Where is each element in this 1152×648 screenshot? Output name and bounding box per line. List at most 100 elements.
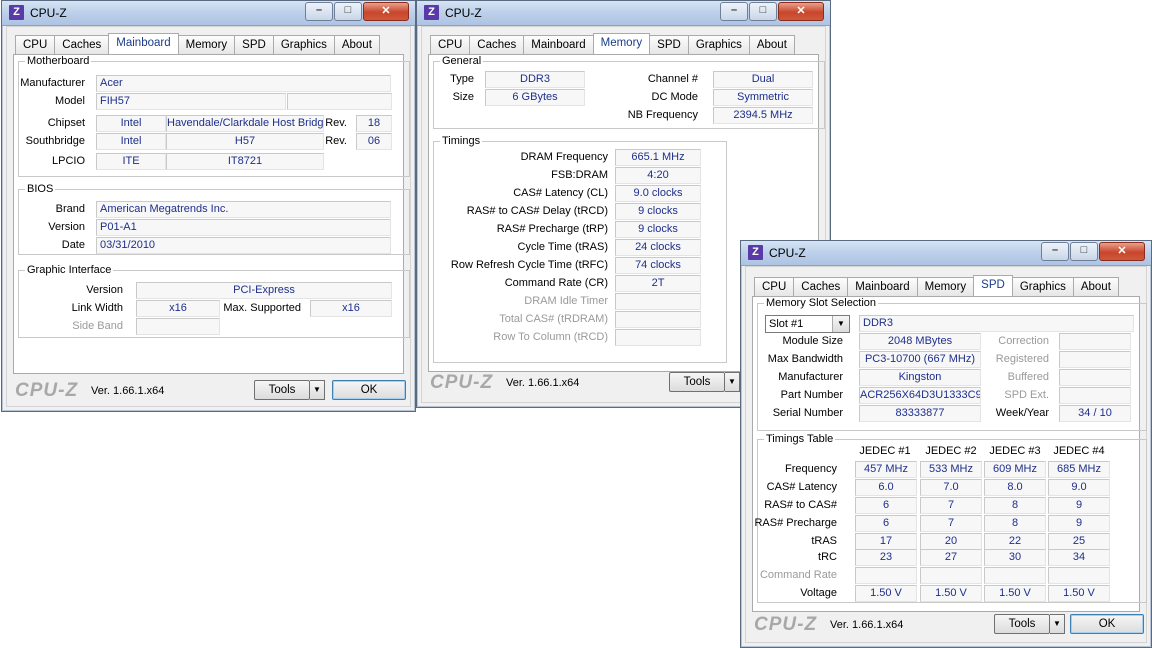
- cpuz-logo: CPU-Z: [430, 372, 494, 393]
- close-button[interactable]: ✕: [778, 2, 824, 21]
- tab-graphics[interactable]: Graphics: [272, 35, 335, 54]
- timing-cell: 457 MHz: [855, 461, 917, 478]
- timing-value: [615, 329, 701, 346]
- timing-cell: 25: [1048, 533, 1110, 550]
- tab-about[interactable]: About: [333, 35, 380, 54]
- timing-cell: 34: [1048, 549, 1110, 566]
- tab-cpu[interactable]: CPU: [754, 277, 795, 296]
- model-label: Model: [55, 95, 85, 107]
- maximize-icon: □: [344, 4, 352, 16]
- tools-button[interactable]: Tools: [994, 614, 1050, 634]
- tab-graphics[interactable]: Graphics: [687, 35, 750, 54]
- tab-spd[interactable]: SPD: [234, 35, 274, 54]
- close-button[interactable]: ✕: [1099, 242, 1145, 261]
- memory-type-value: DDR3: [859, 315, 1134, 332]
- tab-caches[interactable]: Caches: [469, 35, 525, 54]
- channel-value: Dual: [713, 71, 813, 88]
- maximize-button[interactable]: □: [334, 2, 362, 21]
- bios-brand-label: Brand: [55, 203, 85, 215]
- tab-mainboard[interactable]: Mainboard: [847, 277, 918, 296]
- slot-select-value: Slot #1: [769, 318, 804, 330]
- ok-button[interactable]: OK: [1070, 614, 1144, 634]
- cpuz-app-icon: Z: [9, 5, 24, 20]
- maximize-button[interactable]: □: [1070, 242, 1098, 261]
- tab-spd[interactable]: SPD: [649, 35, 689, 54]
- group-legend: Timings: [442, 135, 481, 147]
- close-button[interactable]: ✕: [363, 2, 409, 21]
- timing-cell: 7: [920, 515, 982, 532]
- window-title: CPU-Z: [769, 246, 806, 260]
- gi-version-value: PCI-Express: [136, 282, 392, 299]
- timing-cell: [1048, 567, 1110, 584]
- title-bar[interactable]: Z CPU-Z – □ ✕: [417, 1, 830, 26]
- tab-mainboard[interactable]: Mainboard: [523, 35, 594, 54]
- minimize-button[interactable]: –: [720, 2, 748, 21]
- tab-mainboard[interactable]: Mainboard: [108, 33, 179, 54]
- module-size-label: Module Size: [782, 335, 843, 347]
- tab-caches[interactable]: Caches: [54, 35, 110, 54]
- tools-dropdown-arrow[interactable]: ▼: [310, 380, 325, 400]
- tools-dropdown-arrow[interactable]: ▼: [1050, 614, 1065, 634]
- tab-cpu[interactable]: CPU: [15, 35, 56, 54]
- timing-cell: 20: [920, 533, 982, 550]
- tab-panel: Memory Slot Selection Slot #1 ▼ DDR3 Mod…: [752, 296, 1147, 612]
- timing-cell: 9: [1048, 515, 1110, 532]
- timing-cell: [920, 567, 982, 584]
- footer: CPU-Z Ver. 1.66.1.x64 Tools ▼ OK: [7, 376, 410, 406]
- gi-max-supported-label: Max. Supported: [223, 302, 301, 314]
- cpuz-window-mainboard: Z CPU-Z – □ ✕ CPU Caches Mainboard Memor…: [1, 0, 416, 412]
- tab-caches[interactable]: Caches: [793, 277, 849, 296]
- tab-graphics[interactable]: Graphics: [1011, 277, 1074, 296]
- minimize-button[interactable]: –: [1041, 242, 1069, 261]
- gi-version-label: Version: [86, 284, 123, 296]
- timing-value: 9 clocks: [615, 221, 701, 238]
- serial-number-label: Serial Number: [772, 407, 843, 419]
- chevron-down-icon[interactable]: ▼: [832, 316, 849, 332]
- timing-cell: 27: [920, 549, 982, 566]
- title-bar[interactable]: Z CPU-Z – □ ✕: [2, 1, 415, 26]
- timing-label: Total CAS# (tRDRAM): [499, 313, 608, 325]
- tab-memory[interactable]: Memory: [177, 35, 236, 54]
- ok-button[interactable]: OK: [332, 380, 406, 400]
- timing-cell: 22: [984, 533, 1046, 550]
- timing-value: 665.1 MHz: [615, 149, 701, 166]
- minimize-icon: –: [730, 4, 738, 16]
- tab-about[interactable]: About: [748, 35, 795, 54]
- timing-cell: [855, 567, 917, 584]
- tab-memory[interactable]: Memory: [592, 33, 651, 54]
- timing-cell: 6: [855, 497, 917, 514]
- close-icon: ✕: [796, 5, 806, 17]
- group-legend: Graphic Interface: [27, 264, 112, 276]
- tab-cpu[interactable]: CPU: [430, 35, 471, 54]
- client-area: CPU Caches Mainboard Memory SPD Graphics…: [6, 26, 411, 407]
- timing-row-label: tRAS: [811, 535, 837, 547]
- minimize-button[interactable]: –: [305, 2, 333, 21]
- tab-memory[interactable]: Memory: [916, 277, 975, 296]
- cpuz-window-spd: Z CPU-Z – □ ✕ CPU Caches Mainboard Memor…: [740, 240, 1152, 648]
- maximize-button[interactable]: □: [749, 2, 777, 21]
- module-size-value: 2048 MBytes: [859, 333, 981, 350]
- timing-value: 24 clocks: [615, 239, 701, 256]
- part-number-value: ACR256X64D3U1333C9: [859, 387, 981, 404]
- jedec-header: JEDEC #1: [859, 445, 911, 457]
- version-text: Ver. 1.66.1.x64: [91, 385, 165, 397]
- timing-cell: 30: [984, 549, 1046, 566]
- tools-dropdown-arrow[interactable]: ▼: [725, 372, 740, 392]
- part-number-label: Part Number: [780, 389, 843, 401]
- version-text: Ver. 1.66.1.x64: [506, 377, 580, 389]
- chevron-down-icon: ▼: [1053, 619, 1061, 628]
- tab-spd[interactable]: SPD: [973, 275, 1013, 296]
- tab-about[interactable]: About: [1072, 277, 1119, 296]
- serial-number-value: 83333877: [859, 405, 981, 422]
- tab-strip: CPU Caches Mainboard Memory SPD Graphics…: [754, 275, 1119, 296]
- slot-select[interactable]: Slot #1 ▼: [765, 315, 850, 333]
- timing-cell: 8: [984, 515, 1046, 532]
- timing-cell: 533 MHz: [920, 461, 982, 478]
- gi-link-width-label: Link Width: [71, 302, 123, 314]
- title-bar[interactable]: Z CPU-Z – □ ✕: [741, 241, 1151, 266]
- chipset-rev-label: Rev.: [325, 117, 347, 129]
- tools-button[interactable]: Tools: [669, 372, 725, 392]
- tools-button[interactable]: Tools: [254, 380, 310, 400]
- cpuz-logo: CPU-Z: [754, 614, 818, 635]
- window-title: CPU-Z: [30, 6, 67, 20]
